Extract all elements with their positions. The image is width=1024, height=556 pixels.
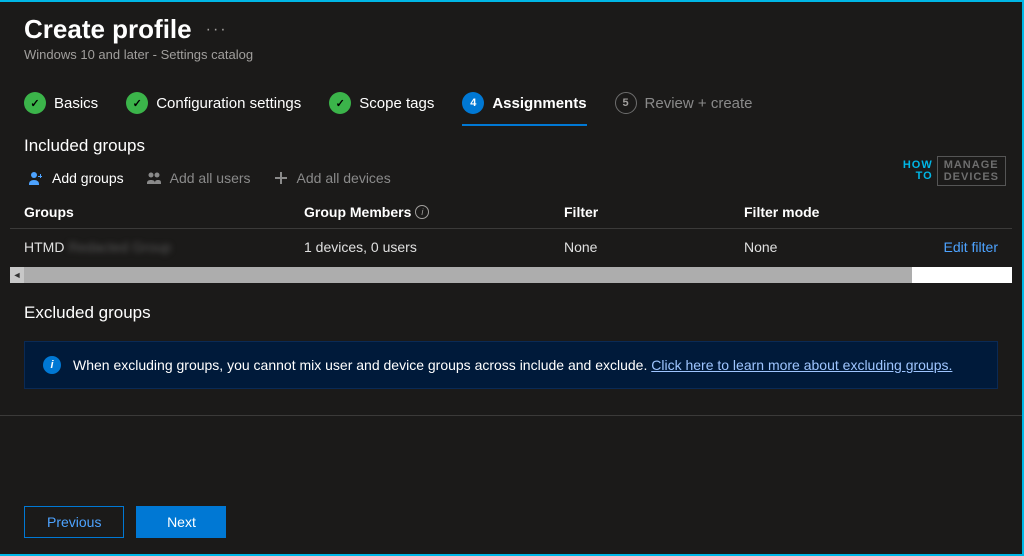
step-config[interactable]: ✓ Configuration settings <box>126 92 301 114</box>
col-groups[interactable]: Groups <box>24 204 304 220</box>
edit-filter-link[interactable]: Edit filter <box>944 239 998 255</box>
watermark-logo: HOW TO MANAGE DEVICES <box>903 156 1006 186</box>
page-subtitle: Windows 10 and later - Settings catalog <box>24 47 998 62</box>
included-groups-heading: Included groups <box>0 126 1022 160</box>
button-label: Add groups <box>52 170 124 186</box>
page-title: Create profile <box>24 14 192 45</box>
table-header: Groups Group Members i Filter Filter mod… <box>10 196 1012 228</box>
info-icon[interactable]: i <box>415 205 429 219</box>
people-icon <box>146 170 162 186</box>
add-all-users-button[interactable]: Add all users <box>146 170 251 186</box>
info-icon: i <box>43 356 61 374</box>
group-name-cell: HTMD Redacted Group <box>24 239 304 255</box>
button-label: Add all users <box>170 170 251 186</box>
step-assignments[interactable]: 4 Assignments <box>462 92 586 126</box>
footer-divider <box>0 415 1022 416</box>
add-groups-button[interactable]: Add groups <box>28 170 124 186</box>
add-all-devices-button[interactable]: Add all devices <box>273 170 391 186</box>
step-number-icon: 4 <box>462 92 484 114</box>
plus-icon <box>273 170 289 186</box>
check-icon: ✓ <box>24 92 46 114</box>
person-add-icon <box>28 170 44 186</box>
banner-text: When excluding groups, you cannot mix us… <box>73 357 651 373</box>
footer-buttons: Previous Next <box>0 490 250 554</box>
check-icon: ✓ <box>126 92 148 114</box>
next-button[interactable]: Next <box>136 506 226 538</box>
wizard-stepper: ✓ Basics ✓ Configuration settings ✓ Scop… <box>0 66 1022 126</box>
col-filter[interactable]: Filter <box>564 204 744 220</box>
toolbar: Add groups Add all users Add all devices… <box>0 160 1022 196</box>
button-label: Add all devices <box>297 170 391 186</box>
excluded-groups-heading: Excluded groups <box>0 283 1022 327</box>
check-icon: ✓ <box>329 92 351 114</box>
step-number-icon: 5 <box>615 92 637 114</box>
step-review-create[interactable]: 5 Review + create <box>615 92 753 114</box>
filter-mode-cell: None <box>744 239 894 255</box>
learn-more-link[interactable]: Click here to learn more about excluding… <box>651 357 952 373</box>
previous-button[interactable]: Previous <box>24 506 124 538</box>
table-row[interactable]: HTMD Redacted Group 1 devices, 0 users N… <box>10 228 1012 265</box>
scroll-left-icon[interactable]: ◄ <box>10 268 24 282</box>
filter-cell: None <box>564 239 744 255</box>
scroll-thumb[interactable] <box>24 267 912 283</box>
col-filter-mode[interactable]: Filter mode <box>744 204 894 220</box>
step-scope-tags[interactable]: ✓ Scope tags <box>329 92 434 114</box>
horizontal-scrollbar[interactable]: ◄ <box>10 267 1012 283</box>
group-members-cell: 1 devices, 0 users <box>304 239 564 255</box>
exclude-info-banner: i When excluding groups, you cannot mix … <box>24 341 998 389</box>
groups-table: Groups Group Members i Filter Filter mod… <box>0 196 1022 265</box>
step-basics[interactable]: ✓ Basics <box>24 92 98 114</box>
col-members[interactable]: Group Members i <box>304 204 564 220</box>
more-options-icon[interactable]: ··· <box>206 21 228 39</box>
